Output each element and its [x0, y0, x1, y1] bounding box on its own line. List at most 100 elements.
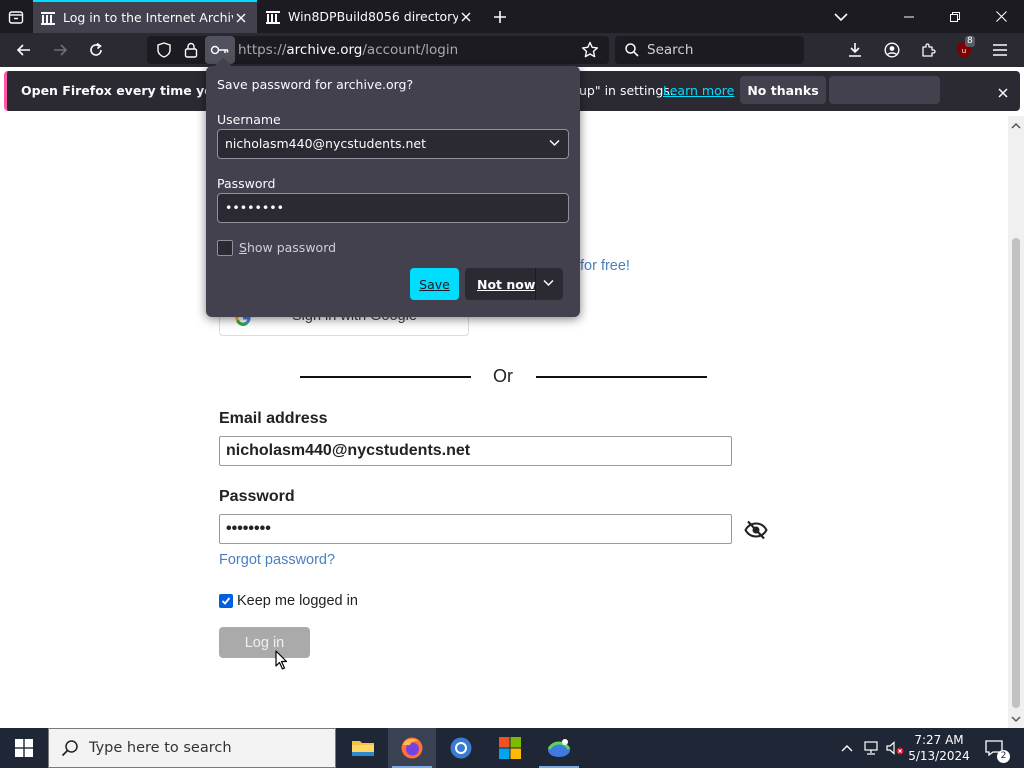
firefox-taskbar-button[interactable] [388, 728, 436, 768]
chrome-taskbar-button[interactable] [437, 728, 485, 768]
scroll-down-arrow[interactable] [1011, 714, 1021, 724]
username-dropdown[interactable]: nicholasm440@nycstudents.net [217, 129, 569, 159]
tab-list-button[interactable] [0, 0, 32, 33]
arrow-left-icon [16, 44, 30, 56]
app-taskbar-button[interactable] [535, 728, 583, 768]
clock-date: 5/13/2024 [908, 749, 970, 763]
windows-taskbar: Type here to search 7:27 AM 5/13/2024 2 [0, 728, 1024, 768]
eye-slash-icon [744, 520, 768, 540]
no-thanks-button[interactable]: No thanks [740, 76, 826, 104]
split-button-divider [535, 268, 536, 300]
hamburger-menu-icon [993, 44, 1007, 56]
ublock-extension-button[interactable]: u 8 [952, 36, 976, 62]
action-center-button[interactable]: 2 [980, 728, 1010, 768]
firefox-icon [401, 737, 423, 759]
tab-title: Win8DPBuild8056 directory listin [288, 9, 458, 24]
plus-icon [494, 11, 506, 23]
chevron-down-icon [549, 139, 560, 147]
password-input[interactable]: •••••••• [219, 514, 732, 544]
account-icon [884, 42, 900, 58]
username-label: Username [217, 112, 281, 127]
tracking-shield-icon[interactable] [156, 42, 172, 58]
not-now-label: Not now [477, 276, 536, 292]
close-icon [998, 88, 1008, 98]
folder-icon [352, 741, 374, 756]
microsoft-store-taskbar-button[interactable] [486, 728, 534, 768]
learn-more-link[interactable]: Learn more [663, 83, 734, 98]
sign-up-free-link[interactable]: for free! [580, 258, 630, 274]
tab-close-button[interactable] [233, 10, 249, 26]
divider-left [300, 376, 471, 378]
file-explorer-taskbar-button[interactable] [339, 728, 387, 768]
forward-button[interactable] [46, 36, 74, 64]
notification-close-button[interactable] [998, 83, 1008, 102]
email-input[interactable]: nicholasm440@nycstudents.net [219, 436, 732, 466]
account-button[interactable] [880, 38, 904, 62]
extensions-button[interactable] [916, 38, 940, 62]
search-placeholder: Search [647, 42, 694, 58]
volume-muted-icon [886, 741, 904, 755]
tab-title: Log in to the Internet Archive [63, 10, 233, 25]
or-separator: Or [493, 366, 513, 386]
taskbar-search-box[interactable]: Type here to search [48, 728, 336, 768]
svg-text:u: u [962, 47, 966, 55]
scroll-up-arrow[interactable] [1011, 120, 1021, 130]
search-bar[interactable]: Search [615, 36, 804, 64]
url-host: archive.org [286, 42, 363, 58]
show-hidden-icons-button[interactable] [836, 728, 858, 768]
windows-logo-icon [15, 739, 33, 757]
key-icon [210, 45, 229, 55]
lock-icon[interactable] [183, 42, 199, 58]
notification-action-button[interactable] [829, 76, 940, 104]
start-button[interactable] [0, 728, 48, 768]
clock-time: 7:27 AM [914, 733, 964, 747]
save-password-popup: Save password for archive.org? Username … [206, 57, 580, 317]
mouse-cursor-icon [275, 650, 288, 670]
page-scrollbar[interactable] [1008, 116, 1024, 728]
list-all-tabs-button[interactable] [818, 0, 864, 33]
arrow-right-icon [54, 44, 68, 56]
chevron-up-icon [1011, 122, 1021, 129]
back-button[interactable] [10, 36, 38, 64]
chevron-down-icon[interactable] [543, 279, 554, 287]
keep-logged-in-checkbox[interactable] [219, 594, 233, 608]
archive-favicon-icon [266, 10, 280, 24]
toggle-password-visibility-button[interactable] [744, 520, 768, 545]
tab-login[interactable]: Log in to the Internet Archive [33, 0, 257, 33]
search-icon [61, 740, 78, 757]
minimize-button[interactable] [886, 0, 932, 33]
chrome-icon [450, 737, 472, 759]
divider-right [536, 376, 707, 378]
url-path: /account/login [362, 42, 459, 58]
downloads-button[interactable] [843, 38, 867, 62]
notification-message-end: up" in settings. [579, 83, 674, 98]
app-menu-button[interactable] [988, 38, 1012, 62]
new-tab-button[interactable] [488, 5, 512, 29]
windows-flag-icon [499, 737, 521, 759]
download-icon [849, 43, 861, 57]
close-window-button[interactable] [978, 0, 1024, 33]
network-tray-button[interactable] [860, 728, 882, 768]
bookmark-star-button[interactable] [581, 41, 599, 63]
tab-list-icon [8, 10, 24, 24]
restore-button[interactable] [932, 0, 978, 33]
url-bar[interactable]: https://archive.org/account/login [147, 36, 609, 64]
system-clock[interactable]: 7:27 AM 5/13/2024 [906, 732, 972, 764]
minimize-icon [904, 16, 914, 17]
reload-button[interactable] [82, 36, 110, 64]
tab-directory-listing[interactable]: Win8DPBuild8056 directory listin [258, 0, 482, 33]
not-now-button[interactable]: Not now [465, 268, 563, 300]
keep-logged-in-label[interactable]: Keep me logged in [237, 593, 358, 609]
forgot-password-link[interactable]: Forgot password? [219, 552, 335, 568]
show-password-label[interactable]: Show password [239, 240, 336, 255]
popup-password-field[interactable]: •••••••• [217, 193, 569, 223]
scrollbar-thumb[interactable] [1012, 238, 1020, 708]
username-value: nicholasm440@nycstudents.net [225, 136, 426, 151]
save-password-button[interactable]: Save [410, 268, 459, 300]
restore-icon [950, 11, 960, 22]
tab-close-button[interactable] [458, 9, 474, 25]
internet-app-icon [547, 739, 571, 757]
show-password-checkbox[interactable] [217, 240, 233, 256]
log-in-button[interactable]: Log in [219, 627, 310, 658]
volume-tray-button[interactable] [884, 728, 906, 768]
